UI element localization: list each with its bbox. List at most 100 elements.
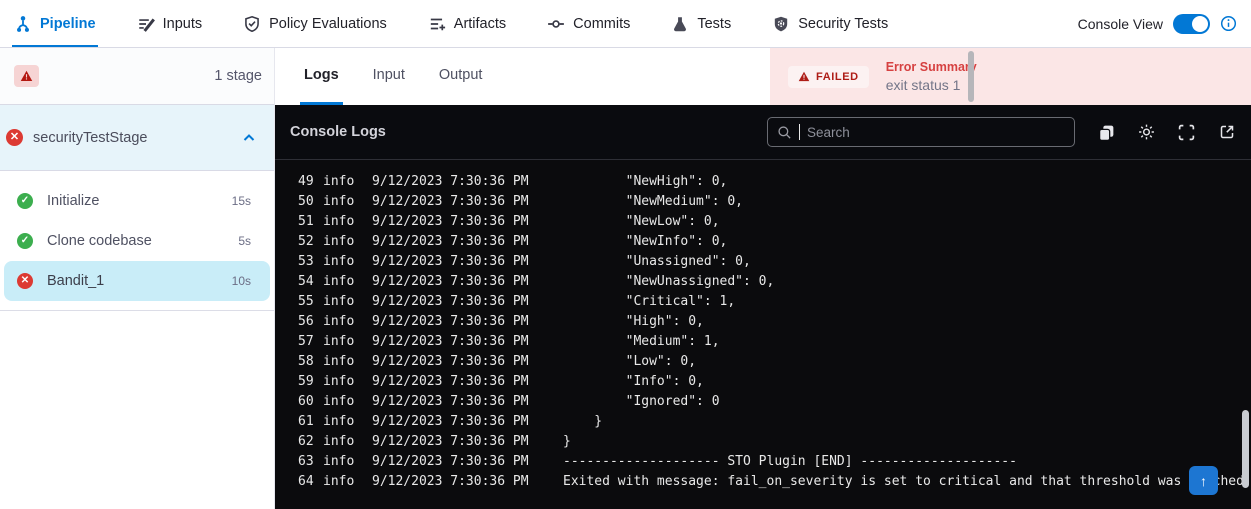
chevron-up-icon[interactable] xyxy=(241,130,257,146)
nav-tab-pipeline[interactable]: Pipeline xyxy=(12,0,98,47)
log-timestamp: 9/12/2023 7:30:36 PM xyxy=(372,352,563,372)
log-line-number: 60 xyxy=(298,392,323,412)
log-timestamp: 9/12/2023 7:30:36 PM xyxy=(372,192,563,212)
toggle-knob xyxy=(1192,16,1208,32)
log-level: info xyxy=(323,172,372,192)
step-duration: 5s xyxy=(238,234,251,248)
error-summary-band: FAILED Error Summary exit status 1 xyxy=(770,48,1251,105)
step-row[interactable]: ✓ Clone codebase 5s xyxy=(4,221,270,261)
nav-tab-inputs[interactable]: Inputs xyxy=(135,0,205,47)
log-line: 49 info 9/12/2023 7:30:36 PM "NewHigh": … xyxy=(298,172,1251,192)
step-label: Clone codebase xyxy=(47,233,152,249)
commit-icon xyxy=(547,15,565,33)
log-line: 64 info 9/12/2023 7:30:36 PM Exited with… xyxy=(298,472,1251,492)
step-duration: 15s xyxy=(232,194,251,208)
tab-label: Logs xyxy=(304,67,339,83)
step-status-icon: ✓ xyxy=(17,233,33,249)
tab-input[interactable]: Input xyxy=(369,48,409,105)
nav-tab-policy-evaluations[interactable]: Policy Evaluations xyxy=(241,0,389,47)
nav-tab-commits[interactable]: Commits xyxy=(545,0,632,47)
log-level: info xyxy=(323,192,372,212)
log-line: 63 info 9/12/2023 7:30:36 PM -----------… xyxy=(298,452,1251,472)
main-panel: Logs Input Output FAILED xyxy=(275,48,1251,509)
log-line: 61 info 9/12/2023 7:30:36 PM } xyxy=(298,412,1251,432)
artifacts-icon xyxy=(428,15,446,33)
log-level: info xyxy=(323,272,372,292)
scroll-to-top-button[interactable]: ↑ xyxy=(1189,466,1218,495)
stage-row-securityteststage[interactable]: ✕ securityTestStage xyxy=(0,105,274,171)
error-summary: Error Summary exit status 1 xyxy=(886,60,977,93)
nav-tab-label: Artifacts xyxy=(454,16,506,32)
step-row[interactable]: ✓ Initialize 15s xyxy=(4,181,270,221)
log-level: info xyxy=(323,472,372,492)
log-timestamp: 9/12/2023 7:30:36 PM xyxy=(372,212,563,232)
warning-triangle-icon xyxy=(20,70,33,82)
log-line-number: 62 xyxy=(298,432,323,452)
stage-count: 1 stage xyxy=(214,68,262,84)
console-view-toggle[interactable] xyxy=(1173,14,1210,34)
log-timestamp: 9/12/2023 7:30:36 PM xyxy=(372,472,563,492)
step-label: Initialize xyxy=(47,193,99,209)
log-message: "NewInfo": 0, xyxy=(563,232,1251,252)
log-line: 62 info 9/12/2023 7:30:36 PM } xyxy=(298,432,1251,452)
log-line-number: 49 xyxy=(298,172,323,192)
log-line: 53 info 9/12/2023 7:30:36 PM "Unassigned… xyxy=(298,252,1251,272)
log-timestamp: 9/12/2023 7:30:36 PM xyxy=(372,372,563,392)
nav-tab-artifacts[interactable]: Artifacts xyxy=(426,0,508,47)
log-message: "NewHigh": 0, xyxy=(563,172,1251,192)
log-line: 57 info 9/12/2023 7:30:36 PM "Medium": 1… xyxy=(298,332,1251,352)
log-level: info xyxy=(323,412,372,432)
log-line-number: 55 xyxy=(298,292,323,312)
search-icon xyxy=(777,125,792,140)
fullscreen-icon xyxy=(1177,123,1196,142)
log-timestamp: 9/12/2023 7:30:36 PM xyxy=(372,252,563,272)
log-line: 58 info 9/12/2023 7:30:36 PM "Low": 0, xyxy=(298,352,1251,372)
step-duration: 10s xyxy=(232,274,251,288)
log-line: 52 info 9/12/2023 7:30:36 PM "NewInfo": … xyxy=(298,232,1251,252)
log-line-number: 57 xyxy=(298,332,323,352)
nav-tab-security-tests[interactable]: Security Tests xyxy=(770,0,890,47)
console-log-viewport[interactable]: 49 info 9/12/2023 7:30:36 PM "NewHigh": … xyxy=(275,160,1251,509)
log-line: 59 info 9/12/2023 7:30:36 PM "Info": 0, xyxy=(298,372,1251,392)
failed-badge-label: FAILED xyxy=(816,71,859,83)
copy-logs-button[interactable] xyxy=(1097,123,1116,142)
log-scrollbar-thumb[interactable] xyxy=(1242,410,1249,488)
log-message: "Info": 0, xyxy=(563,372,1251,392)
log-line-number: 52 xyxy=(298,232,323,252)
warning-triangle-icon xyxy=(798,71,810,82)
log-line-number: 59 xyxy=(298,372,323,392)
log-settings-button[interactable] xyxy=(1137,123,1156,142)
log-line: 55 info 9/12/2023 7:30:36 PM "Critical":… xyxy=(298,292,1251,312)
search-input[interactable]: Search xyxy=(767,117,1075,147)
pipeline-icon xyxy=(14,15,32,33)
error-summary-scrollbar[interactable] xyxy=(968,51,974,102)
info-icon[interactable] xyxy=(1220,15,1237,32)
step-status-icon: ✓ xyxy=(17,193,33,209)
execution-sidebar: 1 stage ✕ securityTestStage ✓ Initialize… xyxy=(0,48,275,509)
open-in-new-window-button[interactable] xyxy=(1217,123,1236,142)
tab-label: Input xyxy=(373,67,405,83)
shield-gear-icon xyxy=(772,15,790,33)
log-timestamp: 9/12/2023 7:30:36 PM xyxy=(372,392,563,412)
log-message: } xyxy=(563,432,1251,452)
external-link-icon xyxy=(1218,123,1236,141)
step-status-icon: ✕ xyxy=(17,273,33,289)
nav-right: Console View xyxy=(1078,0,1237,47)
nav-tab-tests[interactable]: Tests xyxy=(669,0,733,47)
shield-check-icon xyxy=(243,15,261,33)
tab-logs[interactable]: Logs xyxy=(300,48,343,105)
tab-output[interactable]: Output xyxy=(435,48,487,105)
detail-tabstrip: Logs Input Output FAILED xyxy=(275,48,1251,105)
console-actions xyxy=(1097,123,1236,142)
log-level: info xyxy=(323,252,372,272)
log-message: Exited with message: fail_on_severity is… xyxy=(563,472,1251,492)
nav-tab-label: Security Tests xyxy=(798,16,888,32)
error-summary-title: Error Summary xyxy=(886,60,977,74)
fullscreen-button[interactable] xyxy=(1177,123,1196,142)
log-level: info xyxy=(323,292,372,312)
tab-label: Output xyxy=(439,67,483,83)
step-row[interactable]: ✕ Bandit_1 10s xyxy=(4,261,270,301)
log-line-number: 50 xyxy=(298,192,323,212)
step-label: Bandit_1 xyxy=(47,273,104,289)
console-logs-title: Console Logs xyxy=(290,124,386,140)
